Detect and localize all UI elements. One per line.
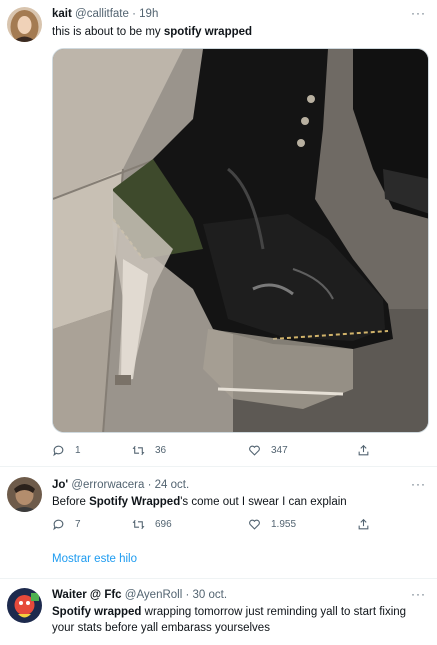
retweet-button[interactable]: 696 [132, 518, 172, 531]
display-name[interactable]: Waiter @ Ffc [52, 589, 122, 601]
show-thread-link[interactable]: Mostrar este hilo [52, 553, 137, 565]
tweet-actions: 1 36 347 [52, 444, 372, 460]
separator: · [132, 8, 136, 20]
tweet-text: Before Spotify Wrapped's come out I swea… [52, 494, 430, 510]
more-icon[interactable]: ··· [411, 587, 426, 601]
tweet-kait[interactable]: kait @callitfate · 19h ··· this is about… [0, 0, 437, 466]
reply-button[interactable]: 1 [52, 444, 81, 457]
like-count: 1.955 [271, 519, 297, 530]
separator: · [185, 589, 190, 601]
retweet-button[interactable]: 36 [132, 444, 166, 457]
reply-count: 7 [75, 519, 81, 530]
more-icon[interactable]: ··· [411, 477, 426, 491]
reply-icon [53, 519, 64, 531]
tweet-text: Spotify wrapped wrapping tomorrow just r… [52, 604, 430, 636]
tweet-header: kait @callitfate · 19h [52, 8, 158, 20]
like-button[interactable]: 347 [248, 444, 288, 457]
more-icon[interactable]: ··· [411, 6, 426, 20]
timestamp[interactable]: 19h [139, 8, 158, 20]
avatar-waiter[interactable] [7, 588, 42, 623]
like-icon [249, 445, 260, 456]
retweet-count: 36 [155, 445, 167, 456]
username[interactable]: @AyenRoll [125, 589, 183, 601]
reply-button[interactable]: 7 [52, 518, 81, 531]
timestamp[interactable]: 24 oct. [155, 479, 190, 491]
share-icon [358, 444, 369, 456]
tweet-header: Jo' @errorwacera · 24 oct. [52, 479, 189, 491]
tweet-text-bold: Spotify wrapped [52, 606, 142, 618]
retweet-icon [132, 445, 145, 456]
tweet-actions: 7 696 1.955 [52, 518, 372, 534]
tweet-text-plain: 's come out I swear I can explain [180, 496, 347, 508]
share-icon [358, 518, 369, 530]
tweet-text-plain: Before [52, 496, 90, 508]
tweet-photo[interactable] [52, 48, 429, 433]
like-button[interactable]: 1.955 [248, 518, 296, 531]
share-button[interactable] [357, 518, 370, 531]
tweet-header: Waiter @ Ffc @AyenRoll · 30 oct. [52, 589, 227, 601]
display-name[interactable]: kait [52, 8, 72, 20]
avatar-jo[interactable] [7, 477, 42, 512]
like-count: 347 [271, 445, 288, 456]
like-icon [249, 519, 260, 530]
tweet-text-bold: Spotify Wrapped [89, 496, 181, 508]
avatar-kait[interactable] [7, 7, 42, 42]
reply-icon [53, 445, 64, 457]
username[interactable]: @errorwacera [71, 479, 144, 491]
display-name[interactable]: Jo' [52, 479, 68, 491]
retweet-count: 696 [155, 519, 172, 530]
reply-count: 1 [75, 445, 81, 456]
timestamp[interactable]: 30 oct. [193, 589, 228, 601]
username[interactable]: @callitfate [75, 8, 129, 20]
share-button[interactable] [357, 444, 370, 457]
separator: · [147, 479, 152, 491]
tweet-text-bold: spotify wrapped [163, 26, 253, 38]
retweet-icon [132, 519, 145, 530]
tweet-text: this is about to be my spotify wrapped [52, 24, 430, 40]
tweet-text-plain: this is about to be my [52, 26, 164, 38]
tweet-waiter[interactable]: Waiter @ Ffc @AyenRoll · 30 oct. ··· Spo… [0, 579, 437, 645]
